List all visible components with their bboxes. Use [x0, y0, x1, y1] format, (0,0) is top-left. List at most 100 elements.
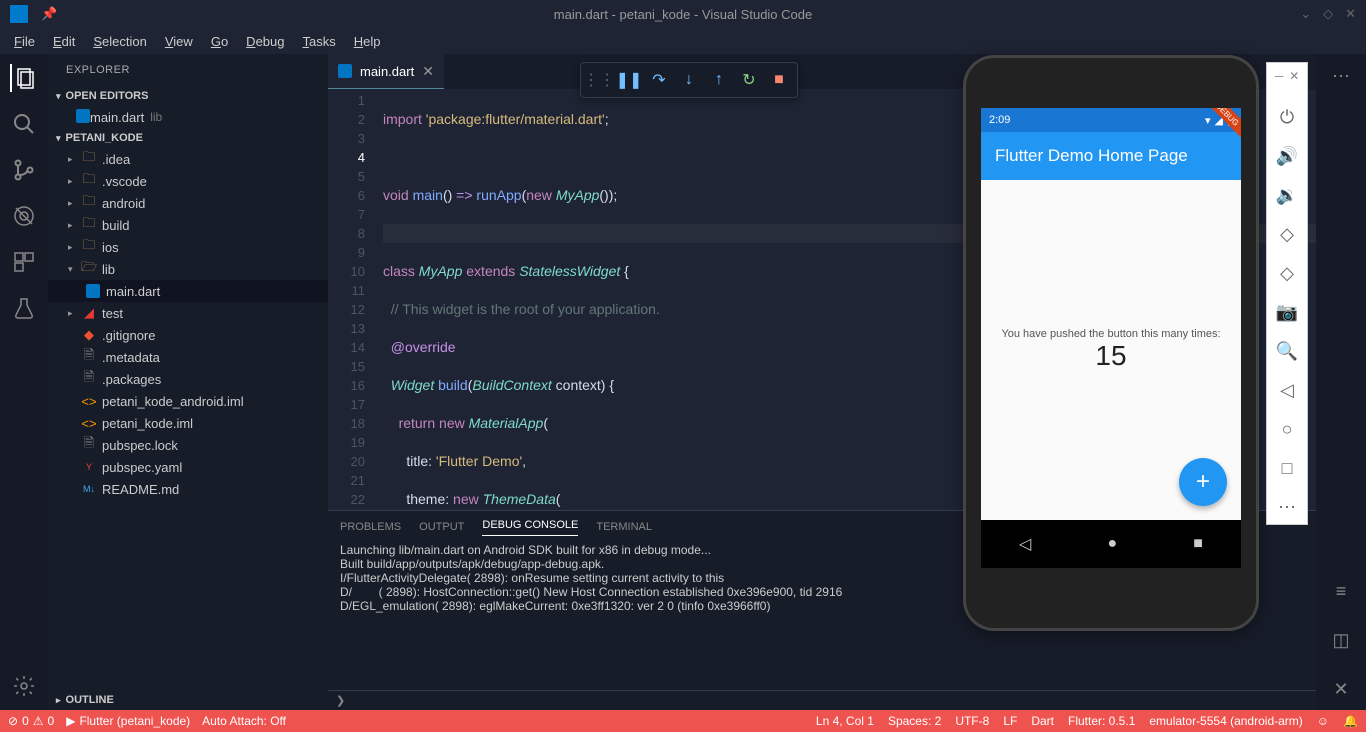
- tab-terminal[interactable]: TERMINAL: [596, 521, 652, 533]
- file-icon: 🗎: [80, 434, 98, 456]
- status-eol[interactable]: LF: [1003, 714, 1017, 728]
- tab-debug-console[interactable]: DEBUG CONSOLE: [482, 519, 578, 536]
- menu-help[interactable]: Help: [346, 32, 389, 51]
- pin-icon[interactable]: 📌: [41, 6, 57, 22]
- phone-screen[interactable]: DEBUG 2:09 ▾◢▮ Flutter Demo Home Page Yo…: [981, 108, 1241, 568]
- emu-home-icon[interactable]: ○: [1282, 419, 1293, 440]
- split-icon[interactable]: ◫: [1332, 630, 1349, 651]
- file-iml[interactable]: <>petani_kode.iml: [48, 412, 328, 434]
- step-out-icon[interactable]: ↑: [705, 67, 733, 93]
- step-over-icon[interactable]: ↷: [645, 67, 673, 93]
- emu-minimize-icon[interactable]: ─: [1275, 69, 1284, 83]
- minimize-icon[interactable]: ⌄: [1300, 6, 1311, 22]
- file-gitignore[interactable]: ◆.gitignore: [48, 324, 328, 346]
- close-panel-icon[interactable]: ✕: [1333, 679, 1348, 700]
- stop-icon[interactable]: ■: [765, 67, 793, 93]
- markdown-icon: M↓: [80, 484, 98, 494]
- file-iml-android[interactable]: <>petani_kode_android.iml: [48, 390, 328, 412]
- test-icon[interactable]: [10, 294, 38, 322]
- status-auto-attach[interactable]: Auto Attach: Off: [202, 714, 286, 728]
- workspace-section[interactable]: ▾PETANI_KODE: [48, 128, 328, 148]
- more-icon[interactable]: ⋯: [1332, 66, 1350, 87]
- tab-problems[interactable]: PROBLEMS: [340, 521, 401, 533]
- camera-icon[interactable]: 📷: [1276, 302, 1298, 323]
- phone-appbar: Flutter Demo Home Page: [981, 132, 1241, 180]
- file-metadata[interactable]: 🗎.metadata: [48, 346, 328, 368]
- vscode-logo-icon: [10, 5, 28, 23]
- folder-lib[interactable]: ▾🗁lib: [48, 258, 328, 280]
- zoom-icon[interactable]: 🔍: [1276, 341, 1298, 362]
- folder-ios[interactable]: ▸🗀ios: [48, 236, 328, 258]
- xml-icon: <>: [80, 394, 98, 409]
- explorer-icon[interactable]: [10, 64, 38, 92]
- folder-idea[interactable]: ▸🗀.idea: [48, 148, 328, 170]
- home-icon[interactable]: ●: [1107, 535, 1117, 553]
- maximize-icon[interactable]: ◇: [1323, 6, 1333, 22]
- tab-output[interactable]: OUTPUT: [419, 521, 464, 533]
- emu-close-icon[interactable]: ✕: [1289, 69, 1299, 83]
- folder-icon: 🗁: [80, 258, 98, 280]
- tab-main-dart[interactable]: main.dart ✕: [328, 54, 444, 89]
- extensions-icon[interactable]: [10, 248, 38, 276]
- close-tab-icon[interactable]: ✕: [422, 63, 434, 80]
- menu-debug[interactable]: Debug: [238, 32, 292, 51]
- close-icon[interactable]: ✕: [1345, 6, 1356, 22]
- menu-go[interactable]: Go: [203, 32, 236, 51]
- menu-file[interactable]: File: [6, 32, 43, 51]
- menu-tasks[interactable]: Tasks: [294, 32, 343, 51]
- search-icon[interactable]: [10, 110, 38, 138]
- rotate-right-icon[interactable]: ◇: [1280, 263, 1294, 284]
- status-cursor[interactable]: Ln 4, Col 1: [816, 714, 874, 728]
- folder-test[interactable]: ▸◢test: [48, 302, 328, 324]
- folder-build[interactable]: ▸🗀build: [48, 214, 328, 236]
- menu-view[interactable]: View: [157, 32, 201, 51]
- file-pubspec-lock[interactable]: 🗎pubspec.lock: [48, 434, 328, 456]
- status-spaces[interactable]: Spaces: 2: [888, 714, 941, 728]
- recent-icon[interactable]: ■: [1193, 535, 1203, 553]
- fab-add-button[interactable]: +: [1179, 458, 1227, 506]
- debug-icon[interactable]: [10, 202, 38, 230]
- outline-section[interactable]: ▸OUTLINE: [48, 690, 328, 710]
- filter-icon[interactable]: ≡: [1336, 581, 1347, 602]
- file-packages[interactable]: 🗎.packages: [48, 368, 328, 390]
- emu-more-icon[interactable]: ⋯: [1278, 497, 1296, 518]
- right-gutter: ⋯ ≡ ◫ ✕: [1316, 54, 1366, 710]
- source-control-icon[interactable]: [10, 156, 38, 184]
- status-feedback-icon[interactable]: ☺: [1317, 714, 1329, 728]
- volume-down-icon[interactable]: 🔉: [1276, 185, 1298, 206]
- xml-icon: <>: [80, 416, 98, 431]
- phone-navbar: ◁ ● ■: [981, 520, 1241, 568]
- status-lang[interactable]: Dart: [1031, 714, 1054, 728]
- open-editor-item[interactable]: main.dart lib: [48, 106, 328, 128]
- status-bell-icon[interactable]: 🔔: [1343, 714, 1358, 728]
- folder-vscode[interactable]: ▸🗀.vscode: [48, 170, 328, 192]
- restart-icon[interactable]: ↻: [735, 67, 763, 93]
- file-pubspec-yaml[interactable]: Ypubspec.yaml: [48, 456, 328, 478]
- emu-back-icon[interactable]: ◁: [1280, 380, 1294, 401]
- status-device[interactable]: emulator-5554 (android-arm): [1149, 714, 1302, 728]
- phone-time: 2:09: [989, 114, 1010, 126]
- power-icon[interactable]: ⏻: [1280, 107, 1294, 128]
- menu-edit[interactable]: Edit: [45, 32, 83, 51]
- file-main-dart[interactable]: main.dart: [48, 280, 328, 302]
- file-readme[interactable]: M↓README.md: [48, 478, 328, 500]
- step-into-icon[interactable]: ↓: [675, 67, 703, 93]
- debug-toolbar: ⋮⋮ ❚❚ ↷ ↓ ↑ ↻ ■: [580, 62, 798, 98]
- folder-icon: 🗀: [80, 148, 98, 170]
- volume-up-icon[interactable]: 🔊: [1276, 146, 1298, 167]
- status-flutter[interactable]: Flutter: 0.5.1: [1068, 714, 1135, 728]
- folder-android[interactable]: ▸🗀android: [48, 192, 328, 214]
- menubar: File Edit Selection View Go Debug Tasks …: [0, 28, 1366, 54]
- rotate-left-icon[interactable]: ◇: [1280, 224, 1294, 245]
- status-errors[interactable]: ⊘ 0 ⚠ 0: [8, 714, 54, 728]
- panel-input-chevron[interactable]: ❯: [328, 690, 1366, 710]
- settings-icon[interactable]: [10, 672, 38, 700]
- emu-overview-icon[interactable]: □: [1282, 458, 1293, 479]
- pause-icon[interactable]: ❚❚: [615, 67, 643, 93]
- drag-handle-icon[interactable]: ⋮⋮: [585, 67, 613, 93]
- status-debug-target[interactable]: ▶ Flutter (petani_kode): [66, 714, 190, 728]
- menu-selection[interactable]: Selection: [85, 32, 154, 51]
- status-encoding[interactable]: UTF-8: [955, 714, 989, 728]
- open-editors-section[interactable]: ▾OPEN EDITORS: [48, 86, 328, 106]
- back-icon[interactable]: ◁: [1019, 534, 1031, 554]
